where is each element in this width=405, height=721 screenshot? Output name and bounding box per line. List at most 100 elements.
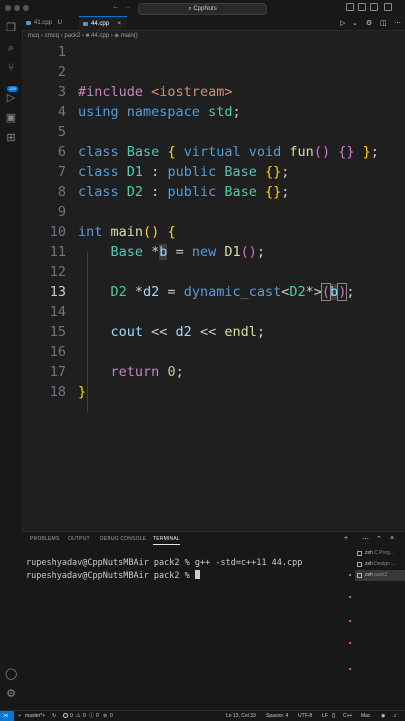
code-line: 2 bbox=[22, 62, 405, 82]
account-icon[interactable]: ◯ bbox=[5, 668, 17, 680]
line-number: 5 bbox=[57, 124, 66, 140]
breadcrumb-item[interactable]: main() bbox=[121, 33, 138, 39]
toggle-sidebar-icon[interactable] bbox=[346, 3, 354, 11]
terminal-line: rupeshyadav@CppNutsMBAir pack2 % g++ -st… bbox=[26, 558, 303, 568]
line-number: 1 bbox=[57, 44, 66, 60]
tab-label: 44.cpp bbox=[91, 21, 110, 27]
explorer-icon[interactable]: ❐ bbox=[5, 22, 17, 34]
terminal-cursor bbox=[194, 570, 200, 579]
code-line: 3 #include <iostream> bbox=[22, 82, 405, 102]
code-line-current: 13 D2 *d2 = dynamic_cast<D2*>(b); bbox=[22, 282, 405, 302]
terminal-list: zsh C Prog... zsh Design ... zsh pack2 bbox=[355, 548, 405, 581]
more-actions-icon[interactable]: ⋯ bbox=[394, 19, 401, 27]
line-number: 2 bbox=[57, 64, 66, 80]
run-debug-icon[interactable]: ▷ bbox=[5, 92, 17, 104]
status-bar: ⋊ ⑂ master*+ ↻ 0 ⚠ 0 ⓘ 0 ⊚ 0 Ln 13, Col … bbox=[0, 710, 405, 721]
terminal-icon bbox=[357, 551, 362, 556]
code-editor[interactable]: 1 2 3 #include <iostream> 4 using namespac… bbox=[22, 42, 405, 527]
code-text: Base *b = new D1(); bbox=[110, 244, 266, 260]
line-number: 14 bbox=[49, 304, 66, 320]
line-number: 8 bbox=[57, 184, 66, 200]
command-center[interactable]: ⌕ CppNuts bbox=[138, 3, 267, 15]
close-tab-icon[interactable]: × bbox=[117, 17, 121, 31]
line-number: 9 bbox=[57, 204, 66, 220]
line-number: 4 bbox=[57, 104, 66, 120]
remote-explorer-icon[interactable]: ▣ bbox=[5, 112, 17, 124]
minimize-window-button[interactable] bbox=[14, 5, 20, 11]
toggle-panel-icon[interactable] bbox=[358, 3, 366, 11]
maximize-panel-icon[interactable]: ⌃ bbox=[376, 535, 382, 543]
code-line: 1 bbox=[22, 42, 405, 62]
zoom-window-button[interactable] bbox=[23, 5, 29, 11]
terminal-list-item[interactable]: zsh Design ... bbox=[355, 559, 405, 570]
line-number: 18 bbox=[49, 384, 66, 400]
close-panel-icon[interactable]: × bbox=[390, 535, 394, 542]
code-text: D2 *d2 = dynamic_cast<D2*>(b); bbox=[110, 283, 355, 301]
code-line: 4 using namespace std; bbox=[22, 102, 405, 122]
tab-output[interactable]: OUTPUT bbox=[68, 536, 90, 542]
line-number: 12 bbox=[49, 264, 66, 280]
code-line: 16 bbox=[22, 342, 405, 362]
tab-problems[interactable]: PROBLEMS bbox=[30, 536, 59, 542]
breadcrumb-item[interactable]: pack2 bbox=[64, 33, 80, 39]
code-text: class Base { virtual void fun() {} }; bbox=[78, 144, 379, 160]
code-text: class D1 : public Base {}; bbox=[78, 164, 290, 180]
settings-gear-icon[interactable]: ⚙ bbox=[366, 19, 372, 27]
breadcrumb: mcq › cmcq › pack2 › ■ 44.cpp › ◈ main() bbox=[28, 33, 138, 39]
line-number: 15 bbox=[49, 324, 66, 340]
code-line: 14 bbox=[22, 302, 405, 322]
code-line: 9 bbox=[22, 202, 405, 222]
tab-debug-console[interactable]: DEBUG CONSOLE bbox=[100, 536, 146, 542]
terminal-name: zsh bbox=[365, 572, 373, 578]
cpp-file-icon bbox=[26, 21, 31, 25]
source-control-icon[interactable]: ⑂ bbox=[5, 62, 17, 74]
run-code-icon[interactable]: ▷ bbox=[340, 19, 345, 27]
close-window-button[interactable] bbox=[5, 5, 11, 11]
extensions-icon[interactable]: ⊞ bbox=[5, 132, 17, 144]
code-line: 17 return 0; bbox=[22, 362, 405, 382]
customize-layout-icon[interactable] bbox=[384, 3, 392, 11]
search-icon[interactable]: ⌕ bbox=[5, 42, 17, 54]
editor-tab-bar: 41.cpp U 44.cpp × ▷ ⌄ ⚙ ◫ ⋯ bbox=[22, 16, 405, 31]
terminal-name: zsh bbox=[365, 561, 373, 567]
terminal-prompt: rupeshyadav@CppNutsMBAir pack2 % bbox=[26, 571, 195, 581]
title-bar: ← → ⌕ CppNuts bbox=[0, 0, 405, 17]
code-text: using namespace std; bbox=[78, 104, 241, 120]
window-title: CppNuts bbox=[193, 6, 217, 12]
code-line: 7 class D1 : public Base {}; bbox=[22, 162, 405, 182]
breadcrumb-item[interactable]: mcq bbox=[28, 33, 39, 39]
cpp-file-icon bbox=[83, 22, 88, 26]
toggle-secondary-sidebar-icon[interactable] bbox=[370, 3, 378, 11]
code-line: 12 bbox=[22, 262, 405, 282]
run-dropdown-icon[interactable]: ⌄ bbox=[352, 19, 358, 27]
breadcrumb-item[interactable]: 44.cpp bbox=[91, 33, 109, 39]
settings-icon[interactable]: ⚙ bbox=[5, 688, 17, 700]
code-line: 11 Base *b = new D1(); bbox=[22, 242, 405, 262]
code-text: #include <iostream> bbox=[78, 84, 233, 100]
split-editor-icon[interactable]: ◫ bbox=[380, 19, 387, 27]
tab-status: U bbox=[57, 20, 62, 26]
tab-terminal[interactable]: TERMINAL bbox=[153, 536, 180, 545]
code-text: int main() { bbox=[78, 224, 176, 240]
terminal-decorations bbox=[349, 568, 351, 678]
code-text: class D2 : public Base {}; bbox=[78, 184, 290, 200]
back-arrow-icon[interactable]: ← bbox=[112, 2, 120, 11]
code-text: return 0; bbox=[110, 364, 184, 380]
terminal-list-item-active[interactable]: zsh pack2 bbox=[355, 570, 405, 581]
code-line: 8 class D2 : public Base {}; bbox=[22, 182, 405, 202]
line-number: 17 bbox=[49, 364, 66, 380]
terminal-list-item[interactable]: zsh C Prog... bbox=[355, 548, 405, 559]
tab-44-cpp[interactable]: 44.cpp × bbox=[79, 16, 127, 30]
forward-arrow-icon[interactable]: → bbox=[124, 2, 132, 11]
tab-41-cpp[interactable]: 41.cpp U bbox=[22, 16, 68, 30]
terminal-icon bbox=[357, 562, 362, 567]
breadcrumb-item[interactable]: cmcq bbox=[45, 33, 59, 39]
terminal-prompt-line[interactable]: rupeshyadav@CppNutsMBAir pack2 % bbox=[26, 570, 200, 581]
line-number: 13 bbox=[49, 284, 66, 300]
new-terminal-icon[interactable]: + bbox=[344, 535, 348, 542]
terminal-name: zsh bbox=[365, 550, 373, 556]
line-number: 3 bbox=[57, 84, 66, 100]
code-line: 10 int main() { bbox=[22, 222, 405, 242]
terminal-more-icon[interactable]: ⋯ bbox=[362, 535, 369, 543]
line-number: 11 bbox=[49, 244, 66, 260]
